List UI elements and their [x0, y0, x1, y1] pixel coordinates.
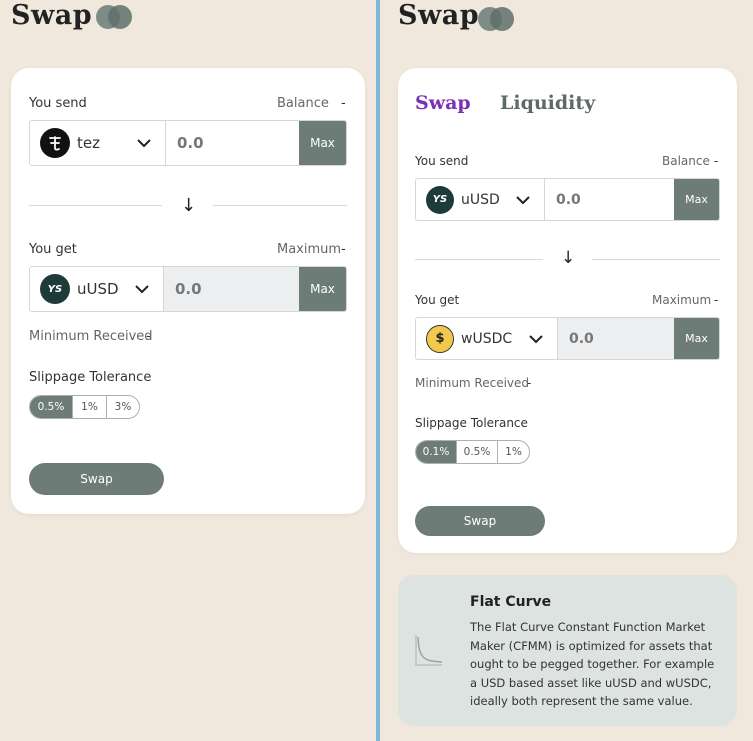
uusd-icon: YS	[426, 185, 454, 214]
get-amount-output: 0.0	[558, 318, 674, 359]
get-max-button[interactable]: Max	[299, 267, 346, 311]
minimum-received-value: -	[527, 376, 532, 390]
get-token-select[interactable]: $ wUSDC	[416, 318, 558, 359]
send-amount-input[interactable]: 0.0	[545, 179, 674, 220]
get-field: YS uUSD 0.0 Max	[29, 266, 347, 312]
slippage-option-0-5[interactable]: 0.5%	[457, 441, 498, 463]
you-send-label: You send	[29, 96, 87, 111]
get-field: $ wUSDC 0.0 Max	[415, 317, 720, 360]
maximum-label: Maximum	[652, 293, 712, 307]
slippage-option-1[interactable]: 1%	[73, 396, 107, 418]
slippage-options: 0.1% 0.5% 1%	[415, 440, 530, 464]
arrow-down-icon[interactable]: ↓	[181, 195, 196, 216]
tab-swap[interactable]: Swap	[415, 92, 471, 114]
chevron-down-icon	[137, 139, 151, 148]
chevron-down-icon	[135, 285, 149, 294]
you-get-label: You get	[415, 293, 460, 307]
balance-value: -	[341, 96, 346, 111]
logo-icon	[96, 5, 132, 29]
separator-left	[415, 259, 543, 260]
get-amount-output: 0.0	[164, 267, 299, 311]
you-send-label: You send	[415, 154, 469, 168]
info-card: Flat Curve The Flat Curve Constant Funct…	[398, 575, 737, 726]
tezos-icon	[40, 128, 70, 158]
arrow-down-icon[interactable]: ↓	[561, 248, 575, 268]
slippage-option-0-1[interactable]: 0.1%	[416, 441, 457, 463]
flat-curve-icon	[415, 635, 443, 666]
left-panel: Swap You send Balance - tez 0.0 Max ↓ Yo…	[0, 0, 376, 741]
get-token-select[interactable]: YS uUSD	[30, 267, 164, 311]
slippage-option-1[interactable]: 1%	[498, 441, 529, 463]
uusd-icon: YS	[40, 274, 70, 304]
send-max-button[interactable]: Max	[674, 179, 719, 220]
minimum-received-label: Minimum Received	[415, 376, 530, 390]
send-max-button[interactable]: Max	[299, 121, 346, 165]
logo-icon	[478, 7, 514, 31]
send-token-name: uUSD	[461, 191, 500, 208]
send-amount-input[interactable]: 0.0	[166, 121, 299, 165]
chevron-down-icon	[529, 334, 543, 343]
maximum-label: Maximum	[277, 242, 342, 257]
balance-value: -	[714, 154, 719, 168]
swap-button[interactable]: Swap	[415, 506, 545, 536]
slippage-options: 0.5% 1% 3%	[29, 395, 140, 419]
send-token-select[interactable]: tez	[30, 121, 166, 165]
tab-liquidity[interactable]: Liquidity	[500, 92, 595, 114]
slippage-option-0-5[interactable]: 0.5%	[30, 396, 73, 418]
balance-label: Balance	[662, 154, 710, 168]
slippage-label: Slippage Tolerance	[29, 370, 152, 385]
minimum-received-value: -	[146, 329, 151, 344]
maximum-value: -	[341, 242, 346, 257]
you-get-label: You get	[29, 242, 77, 257]
wusdc-icon: $	[426, 324, 454, 353]
slippage-label: Slippage Tolerance	[415, 416, 528, 430]
separator-left	[29, 205, 162, 206]
minimum-received-label: Minimum Received	[29, 329, 153, 344]
info-text: The Flat Curve Constant Function Market …	[470, 620, 715, 708]
balance-label: Balance	[277, 96, 329, 111]
slippage-option-3[interactable]: 3%	[107, 396, 139, 418]
swap-button[interactable]: Swap	[29, 463, 164, 495]
send-token-select[interactable]: YS uUSD	[416, 179, 545, 220]
right-panel: Swap Swap Liquidity You send Balance - Y…	[380, 0, 753, 741]
separator-right	[592, 259, 720, 260]
send-token-name: tez	[77, 134, 100, 152]
get-token-name: uUSD	[77, 280, 119, 298]
maximum-value: -	[714, 293, 719, 307]
separator-right	[213, 205, 347, 206]
swap-card: You send Balance - tez 0.0 Max ↓ You get…	[11, 68, 365, 514]
page-title: Swap	[398, 0, 480, 31]
swap-card: Swap Liquidity You send Balance - YS uUS…	[398, 68, 737, 553]
get-token-name: wUSDC	[461, 330, 513, 347]
send-field: tez 0.0 Max	[29, 120, 347, 166]
send-field: YS uUSD 0.0 Max	[415, 178, 720, 221]
get-max-button[interactable]: Max	[674, 318, 719, 359]
chevron-down-icon	[516, 195, 530, 204]
page-title: Swap	[11, 0, 93, 31]
info-title: Flat Curve	[470, 594, 552, 610]
